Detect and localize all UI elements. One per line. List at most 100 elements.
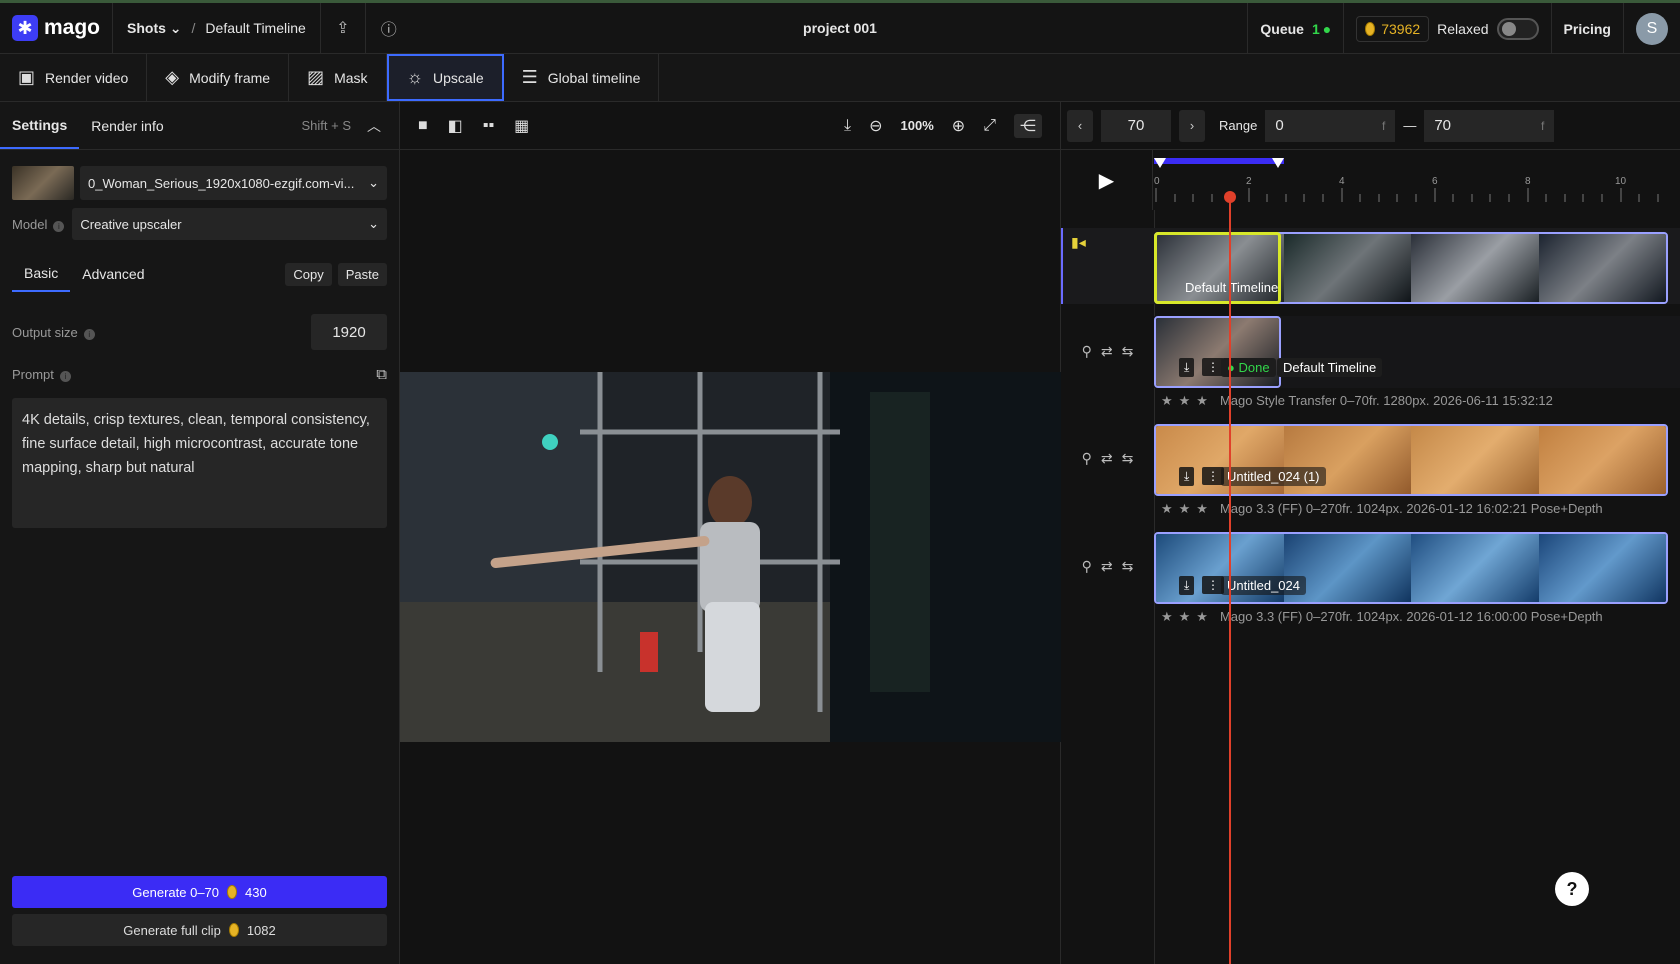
clip-frame: [1283, 234, 1411, 302]
range-end-input[interactable]: 70 f: [1424, 109, 1555, 142]
side-by-side-icon[interactable]: ▪▪: [483, 117, 494, 135]
tick-label: 4: [1339, 176, 1345, 187]
tab-basic[interactable]: Basic: [12, 256, 71, 292]
rating-stars[interactable]: ★★★: [1161, 501, 1214, 516]
tab-advanced[interactable]: Advanced: [70, 256, 156, 292]
download-icon[interactable]: ⤓: [1179, 467, 1195, 486]
credits-badge[interactable]: 73962: [1356, 15, 1430, 42]
logo[interactable]: ✱ mago: [0, 3, 114, 53]
replace-icon[interactable]: ⇆: [1122, 450, 1134, 467]
global-timeline-button[interactable]: ☰ Global timeline: [504, 54, 660, 101]
pricing-link[interactable]: Pricing: [1550, 3, 1623, 54]
zoom-out-icon[interactable]: ⊖: [869, 116, 882, 136]
swap-icon[interactable]: ⇄: [1101, 343, 1113, 360]
queue-indicator[interactable]: Queue 1 ●: [1247, 3, 1343, 54]
question-icon: ?: [1566, 878, 1578, 899]
rating-stars[interactable]: ★★★: [1161, 609, 1214, 624]
chevron-down-icon: ⌄: [368, 175, 379, 190]
next-frame-button[interactable]: ›: [1179, 109, 1205, 142]
output-size-row: Output size i 1920: [12, 314, 387, 350]
pin-icon[interactable]: ⚲: [1082, 558, 1092, 575]
main-track-label: Default Timeline: [1185, 280, 1279, 295]
render-video-button[interactable]: ▣ Render video: [0, 54, 148, 101]
prev-frame-button[interactable]: ‹: [1067, 109, 1093, 142]
single-view-icon[interactable]: ■: [418, 117, 428, 135]
play-button[interactable]: ▶: [1061, 150, 1153, 210]
download-icon[interactable]: ⤓: [1179, 358, 1195, 377]
upscale-button[interactable]: ☼ Upscale: [386, 54, 504, 101]
prompt-textarea[interactable]: 4K details, crisp textures, clean, tempo…: [12, 398, 387, 528]
clip-title: Untitled_024 (1): [1221, 467, 1326, 486]
swap-icon[interactable]: ⇄: [1101, 558, 1113, 575]
paint-bucket-icon: ◈: [165, 67, 180, 87]
play-icon: ▶: [1098, 169, 1115, 192]
copy-prompt-icon[interactable]: ⧉: [376, 366, 387, 383]
credits-area: 73962 Relaxed: [1343, 3, 1550, 54]
range-start-input[interactable]: 0f: [1265, 109, 1396, 142]
clip-title: Untitled_024: [1221, 576, 1306, 595]
info-icon: ⓘ: [380, 22, 397, 39]
generate-range-button[interactable]: Generate 0–70 430: [12, 876, 387, 908]
info-icon: i: [53, 220, 65, 232]
frame-input[interactable]: 70: [1101, 109, 1171, 142]
upload-button[interactable]: ⇪: [319, 3, 366, 53]
output-size-input[interactable]: 1920: [311, 314, 387, 350]
breadcrumb-separator: /: [191, 20, 196, 36]
paste-button[interactable]: Paste: [337, 262, 387, 286]
clip-strip[interactable]: [1154, 316, 1281, 388]
zoom-in-icon[interactable]: ⊕: [952, 116, 965, 136]
preview-scene: [400, 372, 1061, 742]
settings-panel: Settings Render info Shift + S ︿ 0_Woman…: [0, 102, 400, 964]
relaxed-toggle[interactable]: [1496, 17, 1539, 40]
model-select[interactable]: Creative upscaler ⌄: [72, 208, 387, 240]
grid-view-icon[interactable]: ▦: [514, 116, 529, 136]
shortcut-hint: Shift + S: [301, 118, 352, 133]
avatar[interactable]: S: [1636, 12, 1668, 45]
shots-dropdown[interactable]: Shots ⌄: [127, 20, 182, 37]
clip-frame: [1538, 534, 1666, 602]
split-view-icon[interactable]: ◧: [448, 116, 463, 136]
zoom-level: 100%: [900, 118, 934, 133]
info-button[interactable]: ⓘ: [366, 3, 412, 53]
tick-label: 0: [1154, 176, 1160, 187]
chevron-down-icon: ⌄: [169, 19, 182, 36]
chevron-down-icon: ⌄: [368, 216, 379, 231]
camera-icon: ▣: [18, 67, 36, 87]
collapse-icon[interactable]: ︿: [367, 116, 381, 136]
file-select[interactable]: 0_Woman_Serious_1920x1080-ezgif.com-vi..…: [80, 166, 387, 200]
tab-render-info[interactable]: Render info: [79, 102, 175, 149]
clip-meta: ★★★ Mago Style Transfer 0–70fr. 1280px. 2…: [1161, 393, 1553, 408]
replace-icon[interactable]: ⇆: [1122, 343, 1134, 360]
info-icon: i: [59, 371, 71, 382]
dot-icon: ●: [1322, 20, 1332, 37]
breadcrumb: Shots ⌄ / Default Timeline: [113, 3, 320, 53]
download-icon[interactable]: ⤓: [1179, 576, 1195, 595]
replace-icon[interactable]: ⇆: [1122, 558, 1134, 575]
copy-button[interactable]: Copy: [285, 262, 332, 286]
playhead-handle[interactable]: [1224, 191, 1236, 203]
range-bar[interactable]: [1154, 158, 1284, 164]
tab-settings[interactable]: Settings: [0, 102, 80, 149]
playhead[interactable]: [1229, 195, 1231, 964]
tick-label: 6: [1432, 176, 1438, 187]
breadcrumb-timeline[interactable]: Default Timeline: [205, 20, 305, 36]
pin-icon[interactable]: ⚲: [1082, 450, 1092, 467]
help-button[interactable]: ?: [1555, 872, 1589, 906]
fullscreen-icon[interactable]: ⤢: [983, 117, 996, 135]
modify-frame-button[interactable]: ◈ Modify frame: [147, 54, 290, 101]
mago-logo-icon: ✱: [12, 15, 38, 41]
pin-icon[interactable]: ⚲: [1082, 343, 1092, 360]
clip-frame: [1411, 426, 1539, 494]
share-icon[interactable]: ⋲: [1014, 113, 1042, 138]
timeline-toolbar: ‹ 70 › Range 0f — 70 f: [1061, 102, 1680, 150]
rating-stars[interactable]: ★★★: [1161, 393, 1214, 408]
clip-frame: [1411, 534, 1539, 602]
mode-toolbar: ▣ Render video ◈ Modify frame ▨ Mask ☼ Upsca…: [0, 54, 1680, 102]
swap-icon[interactable]: ⇄: [1101, 450, 1113, 467]
mask-button[interactable]: ▨ Mask: [289, 54, 387, 101]
file-row: 0_Woman_Serious_1920x1080-ezgif.com-vi..…: [12, 166, 387, 200]
timeline-icon: ☰: [521, 67, 538, 87]
generate-full-clip-button[interactable]: Generate full clip 1082: [12, 914, 387, 946]
download-icon[interactable]: ⤓: [844, 117, 851, 135]
param-tabs: Basic Advanced Copy Paste: [12, 256, 387, 292]
